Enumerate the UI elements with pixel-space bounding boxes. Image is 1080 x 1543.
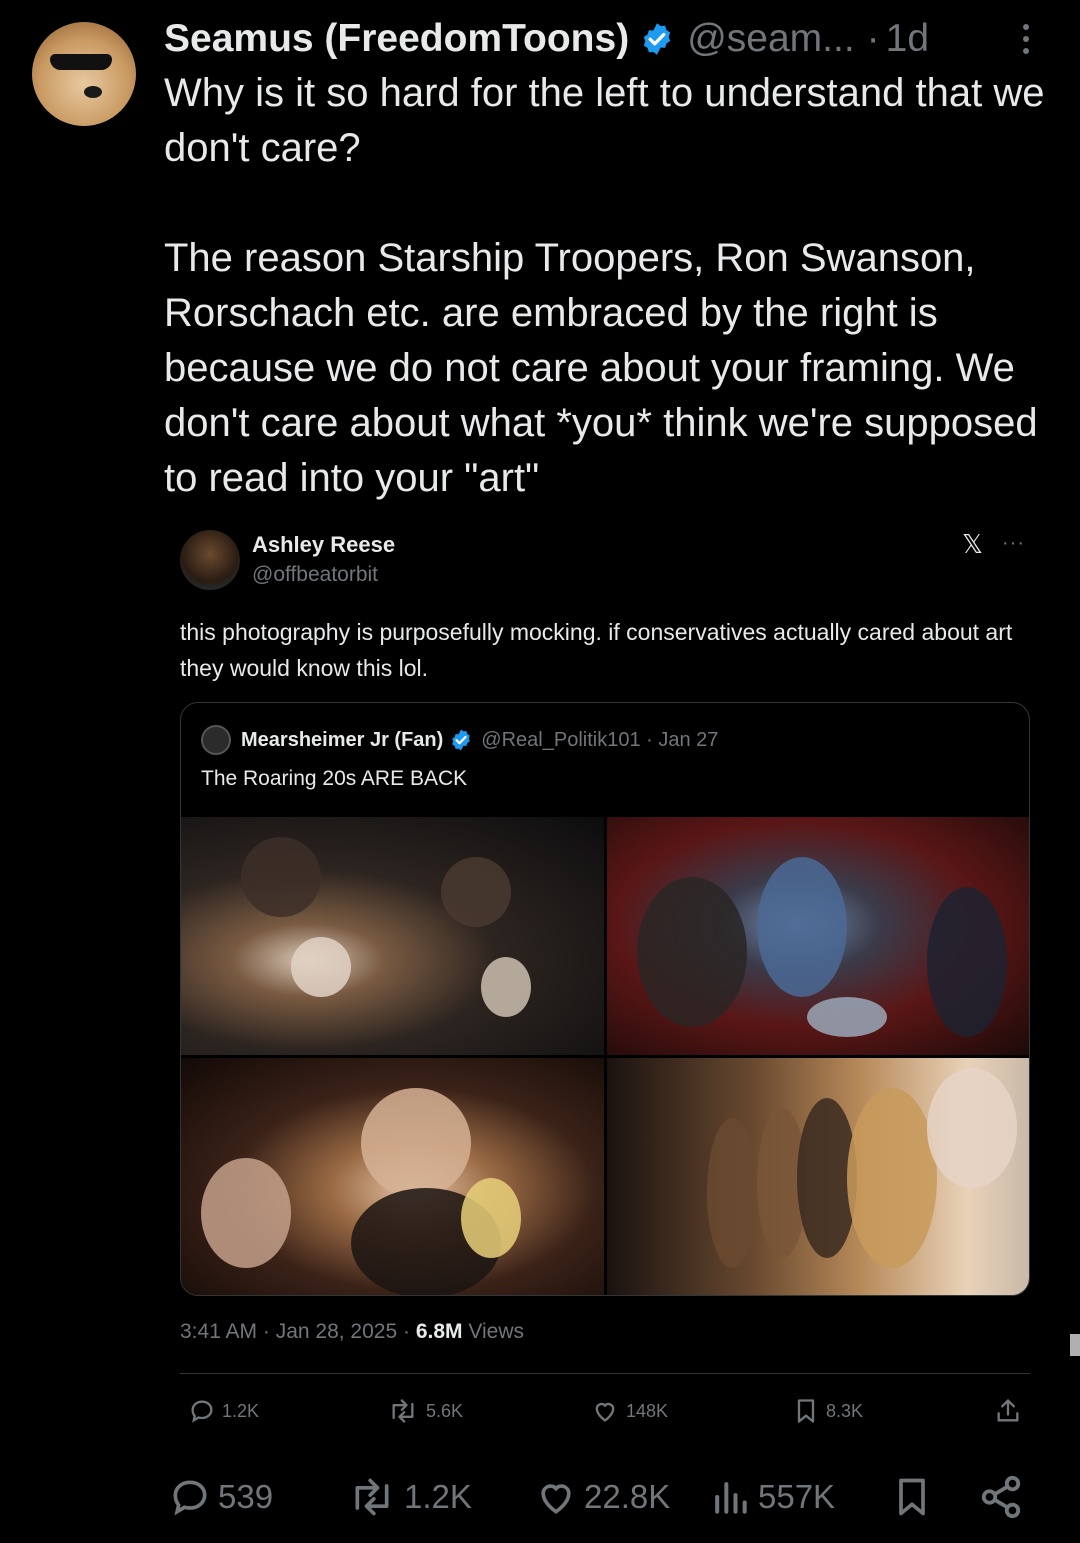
nested-card-header: Mearsheimer Jr (Fan) @Real_Politik101 · … [201,725,719,755]
quoted-handle[interactable]: @offbeatorbit [252,563,378,587]
verified-badge-icon [643,23,671,55]
scrollbar-thumb[interactable] [1070,1334,1080,1356]
verified-badge-icon [452,729,471,751]
repost-count: 1.2K [404,1478,472,1515]
party-photo-4[interactable] [607,1058,1029,1295]
avatar-nose [84,86,102,98]
party-photo-1[interactable] [181,817,604,1055]
quoted-text: this photography is purposefully mocking… [180,619,1013,681]
reply-icon [191,1400,213,1423]
views-count: 557K [758,1478,836,1515]
quoted-repost-count: 5.6K [426,1400,464,1421]
quoted-bookmark-count: 8.3K [826,1400,864,1421]
repost-icon [392,1399,414,1423]
author-display-name[interactable]: Seamus (FreedomToons) [164,17,629,61]
views-button[interactable]: 557K [708,1474,835,1520]
quoted-timestamp-views: 3:41 AM · Jan 28, 2025 · 6.8M Views [180,1320,524,1344]
quoted-like-button[interactable]: 148K [590,1396,668,1426]
reply-icon [173,1480,207,1516]
party-photo-3[interactable] [181,1058,604,1295]
quoted-display-name[interactable]: Ashley Reese [252,532,395,558]
share-icon [997,1399,1019,1422]
divider [180,1373,1030,1374]
bookmark-icon [797,1399,815,1423]
post-age[interactable]: 1d [886,17,929,61]
nested-display-name: Mearsheimer Jr (Fan) [241,728,444,751]
repost-button[interactable]: 1.2K [346,1474,472,1520]
repost-icon [355,1478,389,1516]
quoted-more-icon[interactable]: ··· [1002,532,1025,555]
post-header: Seamus (FreedomToons) @seam... · 1d [164,14,929,64]
quoted-like-count: 148K [626,1400,669,1421]
avatar-sunglasses [50,54,112,70]
quoted-views-label: Views [468,1320,524,1343]
post-text: Why is it so hard for the left to unders… [164,71,1045,500]
header-separator: · [866,17,880,60]
nested-card-text: The Roaring 20s ARE BACK [201,767,468,790]
quoted-share-button[interactable] [994,1396,1028,1426]
like-icon [541,1484,571,1514]
reply-button[interactable]: 539 [168,1474,273,1520]
x-logo-icon: 𝕏 [962,530,983,560]
share-icon [981,1475,1021,1519]
nested-handle-date: @Real_Politik101 · Jan 27 [481,728,719,751]
bookmark-icon [899,1478,925,1516]
quoted-views-count: 6.8M [415,1320,463,1343]
quoted-repost-button[interactable]: 5.6K [386,1396,463,1426]
quoted-author-avatar[interactable] [180,530,240,590]
photo-grid [181,817,1029,1295]
reply-count: 539 [218,1478,274,1515]
quoted-reply-count: 1.2K [222,1400,260,1421]
share-button[interactable] [978,1474,1030,1520]
party-photo-2[interactable] [607,817,1029,1055]
views-icon [715,1482,747,1514]
nested-author-avatar [201,725,231,755]
more-vertical-icon[interactable] [1016,24,1036,64]
author-handle[interactable]: @seam... [687,17,854,61]
bookmark-button[interactable] [890,1474,940,1520]
like-count: 22.8K [584,1478,671,1515]
quoted-reply-button[interactable]: 1.2K [188,1396,259,1426]
quoted-bookmark-button[interactable]: 8.3K [792,1396,863,1426]
like-button[interactable]: 22.8K [534,1474,670,1520]
like-icon [595,1402,615,1422]
author-avatar[interactable] [32,22,136,126]
nested-quote-card[interactable]: Mearsheimer Jr (Fan) @Real_Politik101 · … [180,702,1030,1296]
quoted-timestamp[interactable]: 3:41 AM · Jan 28, 2025 · [180,1320,410,1343]
